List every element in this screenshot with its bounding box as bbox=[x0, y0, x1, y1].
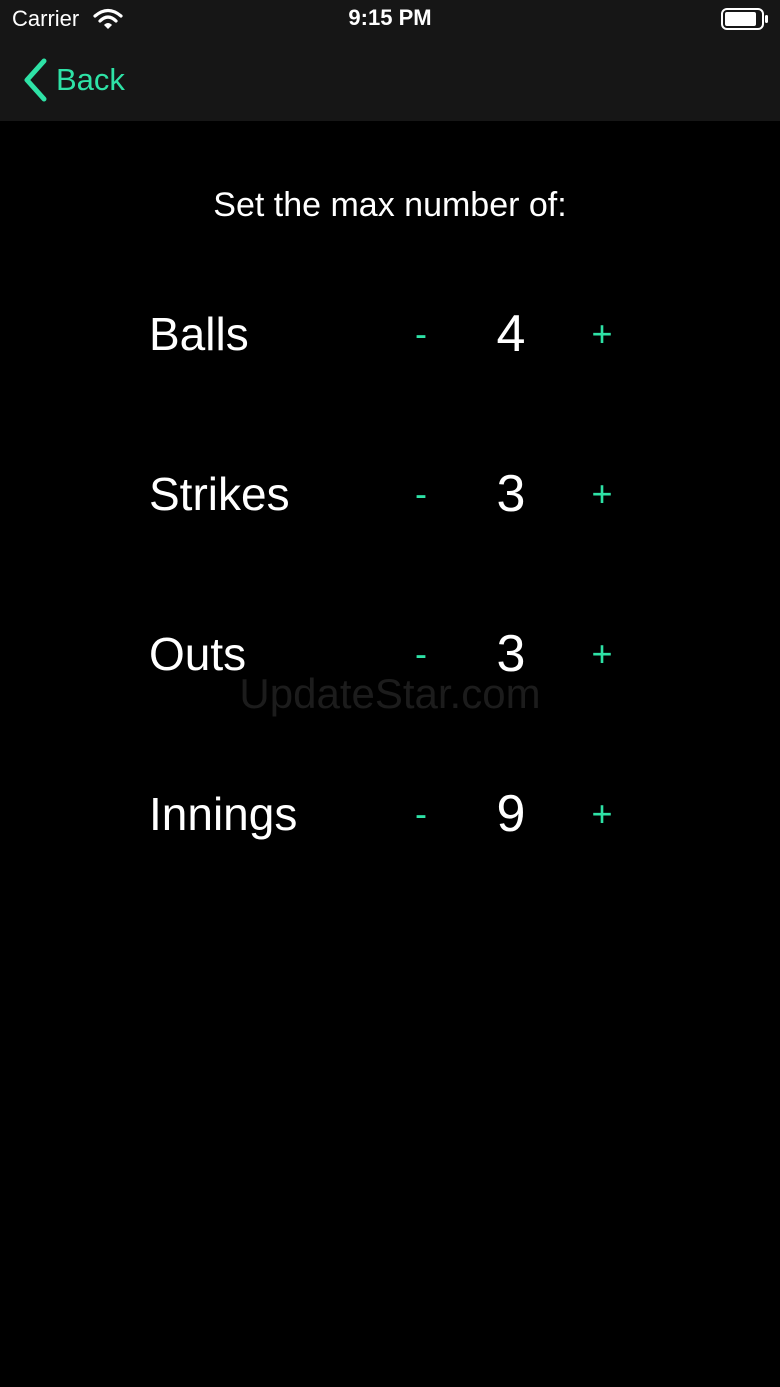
strikes-decrement-button[interactable]: - bbox=[396, 462, 446, 526]
back-button[interactable]: Back bbox=[22, 56, 125, 104]
innings-increment-button[interactable]: + bbox=[577, 782, 627, 846]
setting-row-strikes: Strikes - 3 + bbox=[149, 462, 629, 526]
balls-decrement-button[interactable]: - bbox=[396, 302, 446, 366]
balls-value: 4 bbox=[496, 305, 526, 363]
strikes-increment-button[interactable]: + bbox=[577, 462, 627, 526]
back-label: Back bbox=[56, 62, 125, 97]
innings-value: 9 bbox=[496, 785, 526, 843]
setting-label-strikes: Strikes bbox=[149, 468, 290, 520]
status-bar: Carrier 9:15 PM bbox=[0, 0, 780, 40]
chevron-left-icon bbox=[24, 58, 47, 102]
setting-label-innings: Innings bbox=[149, 788, 298, 840]
setting-label-balls: Balls bbox=[149, 308, 249, 360]
innings-decrement-button[interactable]: - bbox=[396, 782, 446, 846]
battery-icon bbox=[721, 8, 768, 30]
strikes-value: 3 bbox=[496, 465, 526, 523]
page-heading: Set the max number of: bbox=[213, 186, 567, 224]
navigation-bar: Carrier 9:15 PM Back bbox=[0, 0, 780, 121]
setting-row-innings: Innings - 9 + bbox=[149, 782, 629, 846]
status-time: 9:15 PM bbox=[348, 5, 432, 30]
setting-row-balls: Balls - 4 + bbox=[149, 302, 629, 366]
balls-increment-button[interactable]: + bbox=[577, 302, 627, 366]
watermark: UpdateStar.com bbox=[239, 670, 541, 717]
